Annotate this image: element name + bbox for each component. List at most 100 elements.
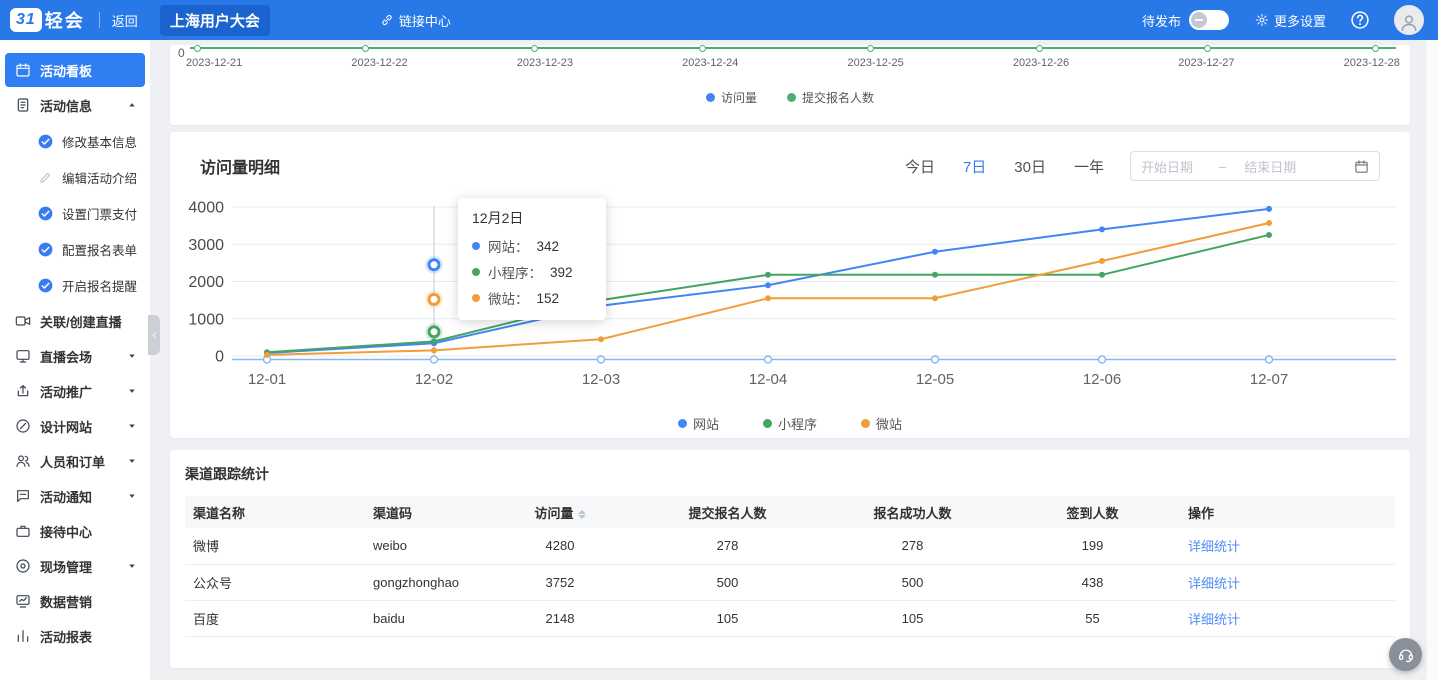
svg-text:12-01: 12-01 (248, 371, 286, 388)
legend-label: 提交报名人数 (802, 89, 874, 106)
sidebar-item-label: 人员和订单 (40, 452, 105, 471)
help-icon[interactable] (1350, 10, 1370, 30)
legend-item[interactable]: 微站 (861, 414, 902, 433)
sidebar-item-reports[interactable]: 活动报表 (5, 619, 145, 653)
more-settings-button[interactable]: 更多设置 (1255, 11, 1326, 30)
link-center-button[interactable]: 链接中心 (380, 11, 451, 30)
sidebar-item-event-info[interactable]: 活动信息 (5, 88, 145, 122)
sidebar-item-design-site[interactable]: 设计网站 (5, 409, 145, 443)
column-header-1: 渠道码 (365, 496, 485, 528)
range-separator: – (1219, 159, 1226, 174)
data-point-marker (362, 45, 369, 52)
legend-item[interactable]: 小程序 (763, 414, 817, 433)
legend-dot (787, 93, 796, 102)
tab-30日[interactable]: 30日 (1014, 156, 1046, 177)
tab-7日[interactable]: 7日 (963, 156, 986, 177)
column-label: 渠道码 (373, 506, 412, 521)
svg-text:12-03: 12-03 (582, 371, 620, 388)
visits-line-chart[interactable]: 0100020003000400012-0112-0212-0312-0412-… (170, 186, 1410, 401)
chevron-up-icon (127, 100, 137, 110)
detail-stats-link[interactable]: 详细统计 (1188, 612, 1240, 627)
disc-icon (15, 558, 31, 574)
tab-今日[interactable]: 今日 (905, 156, 935, 177)
pencil-icon (38, 170, 53, 185)
x-axis-label: 2023-12-23 (517, 57, 573, 69)
svg-text:2000: 2000 (188, 274, 224, 291)
detail-stats-link[interactable]: 详细统计 (1188, 576, 1240, 591)
video-icon (15, 313, 31, 329)
table-title: 渠道跟踪统计 (185, 464, 269, 484)
svg-text:12-07: 12-07 (1250, 371, 1288, 388)
legend-item[interactable]: 网站 (678, 414, 719, 433)
sidebar-subitem-signup-form[interactable]: 配置报名表单 (0, 231, 150, 267)
sidebar-subitem-edit-intro[interactable]: 编辑活动介绍 (0, 159, 150, 195)
link-icon (380, 13, 394, 27)
table-row: 百度baidu214810510555详细统计 (185, 600, 1395, 636)
avatar[interactable] (1394, 5, 1424, 35)
sidebar-item-label: 直播会场 (40, 347, 92, 366)
cell-success: 105 (820, 600, 1005, 636)
date-range-picker[interactable]: 开始日期 – 结束日期 (1130, 151, 1380, 181)
main-content: 0 2023-12-212023-12-222023-12-232023-12-… (150, 40, 1438, 680)
column-label: 操作 (1188, 506, 1214, 521)
event-name-chip[interactable]: 上海用户大会 (160, 5, 270, 36)
page-scrollbar[interactable] (1426, 40, 1438, 680)
sidebar-item-label: 关联/创建直播 (40, 312, 122, 331)
back-button[interactable]: 返回 (112, 11, 138, 30)
chart-tooltip: 12月2日网站：342小程序：392微站：152 (458, 198, 606, 320)
sidebar-subitem-edit-basic-info[interactable]: 修改基本信息 (0, 123, 150, 159)
range-tabs: 今日 7日 30日 一年 (905, 156, 1104, 177)
sidebar-item-live-venue[interactable]: 直播会场 (5, 339, 145, 373)
x-axis-label: 2023-12-21 (186, 57, 242, 69)
sidebar-collapse-handle[interactable] (148, 315, 160, 355)
publish-toggle[interactable] (1189, 10, 1229, 30)
cell-submitted: 105 (635, 600, 820, 636)
column-header-2[interactable]: 访问量 (485, 496, 635, 528)
sidebar-item-notifications[interactable]: 活动通知 (5, 479, 145, 513)
sidebar-item-promotion[interactable]: 活动推广 (5, 374, 145, 408)
sort-icon[interactable] (578, 510, 586, 519)
column-label: 提交报名人数 (688, 506, 766, 521)
svg-text:1000: 1000 (188, 311, 224, 328)
x-axis-label: 2023-12-24 (682, 57, 738, 69)
chevron-down-icon (127, 421, 137, 431)
sidebar-item-dashboard[interactable]: 活动看板 (5, 53, 145, 87)
sidebar-item-label: 活动信息 (40, 96, 92, 115)
sidebar-item-label: 活动看板 (40, 61, 92, 80)
tooltip-row: 网站：342 (472, 236, 592, 256)
link-center-label: 链接中心 (399, 11, 451, 30)
publish-status-label: 待发布 (1142, 11, 1181, 30)
tooltip-series-name: 网站： (488, 236, 529, 256)
app-logo[interactable]: 31 轻会 (10, 7, 85, 33)
detail-stats-link[interactable]: 详细统计 (1188, 539, 1240, 554)
trend-line (190, 47, 1396, 49)
share-icon (15, 383, 31, 399)
sidebar-item-create-live[interactable]: 关联/创建直播 (5, 304, 145, 338)
sidebar-subitem-ticket-payment[interactable]: 设置门票支付 (0, 195, 150, 231)
x-axis-label: 2023-12-26 (1013, 57, 1069, 69)
legend-item[interactable]: 访问量 (706, 89, 757, 106)
sidebar-item-label: 活动报表 (40, 627, 92, 646)
sidebar-item-onsite[interactable]: 现场管理 (5, 549, 145, 583)
cell-checkin: 438 (1005, 564, 1180, 600)
logo-badge: 31 (10, 8, 42, 32)
tab-一年[interactable]: 一年 (1074, 156, 1104, 177)
cell-success: 278 (820, 528, 1005, 564)
sidebar-subitem-signup-reminder[interactable]: 开启报名提醒 (0, 267, 150, 303)
chevron-down-icon (127, 561, 137, 571)
x-axis-label: 2023-12-25 (848, 57, 904, 69)
sidebar-item-data-marketing[interactable]: 数据营销 (5, 584, 145, 618)
data-point-marker (1204, 45, 1211, 52)
x-axis-label: 2023-12-27 (1178, 57, 1234, 69)
check-circle-icon (38, 242, 53, 257)
series-dot (472, 268, 480, 276)
table-row: 微博weibo4280278278199详细统计 (185, 528, 1395, 564)
sidebar-item-reception[interactable]: 接待中心 (5, 514, 145, 548)
support-button[interactable] (1389, 638, 1422, 671)
sidebar-item-people-orders[interactable]: 人员和订单 (5, 444, 145, 478)
legend-item[interactable]: 提交报名人数 (787, 89, 874, 106)
cell-checkin: 55 (1005, 600, 1180, 636)
data-icon (15, 593, 31, 609)
x-axis-label: 2023-12-22 (351, 57, 407, 69)
legend-label: 访问量 (721, 89, 757, 106)
